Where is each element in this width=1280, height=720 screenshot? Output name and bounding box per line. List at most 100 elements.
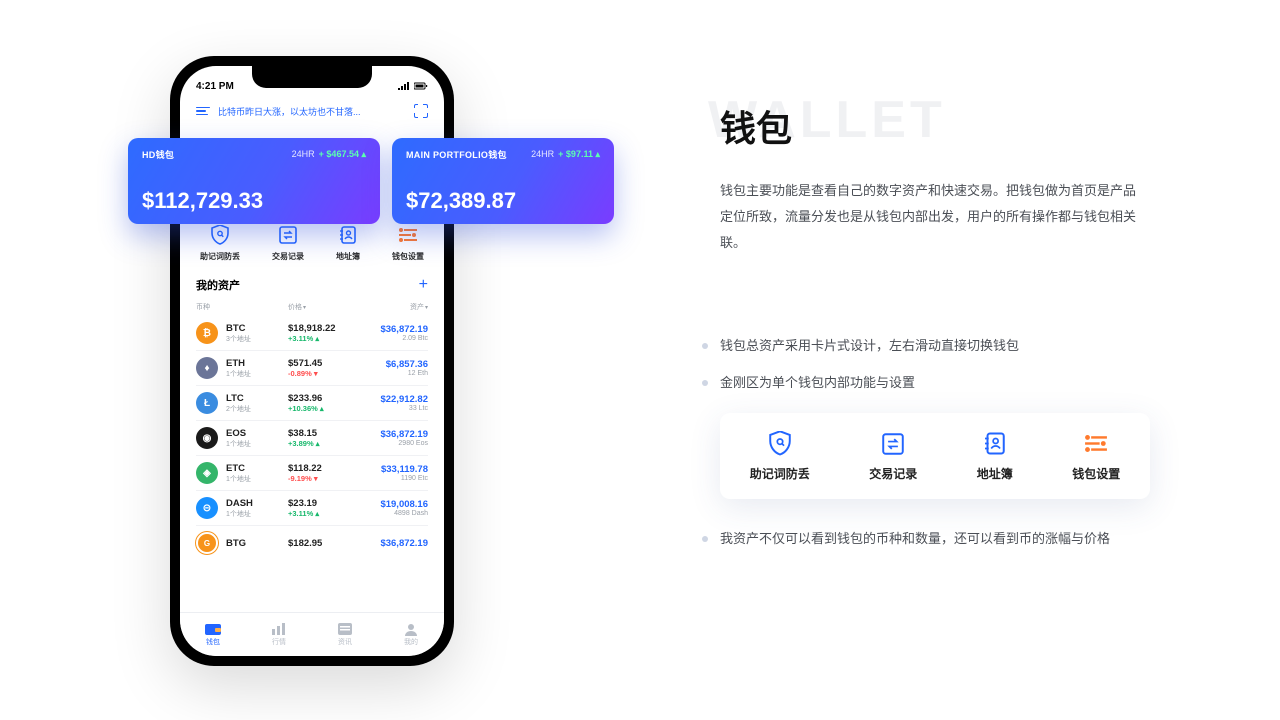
coin-icon: ♦ — [196, 357, 218, 379]
coin-icon: Ł — [196, 392, 218, 414]
coin-symbol: LTC — [226, 393, 288, 404]
feat-addressbook[interactable]: 地址簿 — [977, 431, 1013, 482]
coin-change: -0.89% ▾ — [288, 369, 362, 378]
tab-wallet[interactable]: 钱包 — [204, 622, 222, 647]
coin-value: $36,872.19 — [362, 538, 428, 549]
coin-value: $19,008.16 — [362, 499, 428, 510]
asset-list[interactable]: ₿BTC3个地址$18,918.22+3.11% ▴$36,872.192.09… — [196, 316, 428, 560]
coin-sub: 1个地址 — [226, 509, 288, 519]
coin-sub: 3个地址 — [226, 334, 288, 344]
coin-symbol: BTG — [226, 538, 288, 549]
coin-change: +3.11% ▴ — [288, 334, 362, 343]
tab-news[interactable]: 资讯 — [336, 622, 354, 647]
balance-cards[interactable]: HD钱包24HR+ $467.54 ▴ $112,729.33 MAIN POR… — [128, 138, 614, 224]
coin-icon: ◉ — [196, 427, 218, 449]
coin-value: $36,872.19 — [362, 429, 428, 440]
quick-actions: 助记词防丢 交易记录 地址簿 钱包设置 — [196, 216, 428, 272]
coin-value: $6,857.36 — [362, 359, 428, 370]
coin-sub: 1个地址 — [226, 369, 288, 379]
coin-sub: 2个地址 — [226, 404, 288, 414]
status-indicators — [398, 82, 428, 90]
bars-icon — [270, 622, 288, 636]
swap-icon — [277, 224, 299, 246]
coin-price: $182.95 — [288, 538, 362, 549]
quick-label: 交易记录 — [272, 251, 304, 262]
feature-card: 助记词防丢 交易记录 地址簿 钱包设置 — [720, 413, 1150, 499]
coin-symbol: ETH — [226, 358, 288, 369]
coin-sub: 1个地址 — [226, 474, 288, 484]
page-description: 钱包主要功能是查看自己的数字资产和快速交易。把钱包做为首页是产品定位所致，流量分… — [720, 178, 1140, 256]
coin-value: $36,872.19 — [362, 324, 428, 335]
coin-icon: ◈ — [196, 462, 218, 484]
coin-qty: 2.09 Btc — [362, 335, 428, 342]
coin-qty: 2980 Eos — [362, 440, 428, 447]
page-title: 钱包 — [720, 100, 1170, 152]
swap-icon — [880, 431, 906, 457]
asset-row[interactable]: Ł LTC2个地址$233.96+10.36% ▴$22,912.8233 Ltc — [196, 385, 428, 420]
coin-price: $18,918.22 — [288, 323, 362, 334]
coin-qty: 1190 Etc — [362, 475, 428, 482]
feat-tx[interactable]: 交易记录 — [869, 431, 917, 482]
shield-search-icon — [767, 431, 793, 457]
coin-change: +3.11% ▴ — [288, 509, 362, 518]
coin-qty: 4898 Dash — [362, 510, 428, 517]
coin-symbol: DASH — [226, 498, 288, 509]
menu-icon — [196, 107, 210, 116]
quick-settings[interactable]: 钱包设置 — [392, 224, 424, 262]
sliders-icon — [1083, 431, 1109, 457]
balance-card-hd[interactable]: HD钱包24HR+ $467.54 ▴ $112,729.33 — [128, 138, 380, 224]
asset-row[interactable]: ♦ ETH1个地址$571.45-0.89% ▾$6,857.3612 Eth — [196, 350, 428, 385]
feat-mnemonic[interactable]: 助记词防丢 — [750, 431, 810, 482]
quick-tx[interactable]: 交易记录 — [272, 224, 304, 262]
coin-value: $33,119.78 — [362, 464, 428, 475]
coin-symbol: EOS — [226, 428, 288, 439]
addressbook-icon — [982, 431, 1008, 457]
coin-symbol: BTC — [226, 323, 288, 334]
coin-price: $233.96 — [288, 393, 362, 404]
coin-sub: 1个地址 — [226, 439, 288, 449]
quick-mnemonic[interactable]: 助记词防丢 — [200, 224, 240, 262]
quick-addressbook[interactable]: 地址簿 — [336, 224, 360, 262]
sliders-icon — [397, 224, 419, 246]
balance-card-main[interactable]: MAIN PORTFOLIO钱包24HR+ $97.11 ▴ $72,389.8… — [392, 138, 614, 224]
scan-icon[interactable] — [414, 104, 428, 118]
quick-label: 钱包设置 — [392, 251, 424, 262]
news-ticker[interactable]: 比特币昨日大涨，以太坊也不甘落... — [180, 98, 444, 124]
feat-settings[interactable]: 钱包设置 — [1072, 431, 1120, 482]
news-text: 比特币昨日大涨，以太坊也不甘落... — [218, 105, 361, 118]
asset-row[interactable]: ◉ EOS1个地址$38.15+3.89% ▴$36,872.192980 Eos — [196, 420, 428, 455]
asset-row[interactable]: ⊝ DASH1个地址$23.19+3.11% ▴$19,008.164898 Da… — [196, 490, 428, 525]
coin-icon: ⊝ — [196, 497, 218, 519]
assets-title: 我的资产 — [196, 277, 240, 293]
asset-row[interactable]: ₿ BTC3个地址$18,918.22+3.11% ▴$36,872.192.09… — [196, 316, 428, 350]
wallet-icon — [204, 622, 222, 636]
tab-market[interactable]: 行情 — [270, 622, 288, 647]
balance-amount: $112,729.33 — [142, 188, 366, 214]
asset-row[interactable]: GBTG$182.95$36,872.19 — [196, 525, 428, 560]
news-icon — [336, 622, 354, 636]
status-time: 4:21 PM — [196, 81, 234, 92]
assets-columns: 币种 价格▾ 资产▾ — [196, 300, 428, 316]
coin-icon: ₿ — [196, 322, 218, 344]
point-assets: 我资产不仅可以看到钱包的币种和数量，还可以看到币的涨幅与价格 — [720, 527, 1170, 552]
tab-bar: 钱包 行情 资讯 我的 — [180, 612, 444, 656]
quick-label: 助记词防丢 — [200, 251, 240, 262]
coin-qty: 12 Eth — [362, 370, 428, 377]
balance-amount: $72,389.87 — [406, 188, 600, 214]
coin-price: $118.22 — [288, 463, 362, 474]
shield-search-icon — [209, 224, 231, 246]
coin-price: $571.45 — [288, 358, 362, 369]
coin-price: $23.19 — [288, 498, 362, 509]
coin-change: +3.89% ▴ — [288, 439, 362, 448]
point-cards: 钱包总资产采用卡片式设计，左右滑动直接切换钱包 — [720, 334, 1170, 359]
add-asset-button[interactable]: + — [419, 276, 428, 294]
coin-price: $38.15 — [288, 428, 362, 439]
addressbook-icon — [337, 224, 359, 246]
asset-row[interactable]: ◈ETC1个地址$118.22-9.19% ▾$33,119.781190 Et… — [196, 455, 428, 490]
user-icon — [402, 622, 420, 636]
coin-qty: 33 Ltc — [362, 405, 428, 412]
coin-change: +10.36% ▴ — [288, 404, 362, 413]
coin-value: $22,912.82 — [362, 394, 428, 405]
phone-notch — [252, 66, 372, 88]
tab-me[interactable]: 我的 — [402, 622, 420, 647]
